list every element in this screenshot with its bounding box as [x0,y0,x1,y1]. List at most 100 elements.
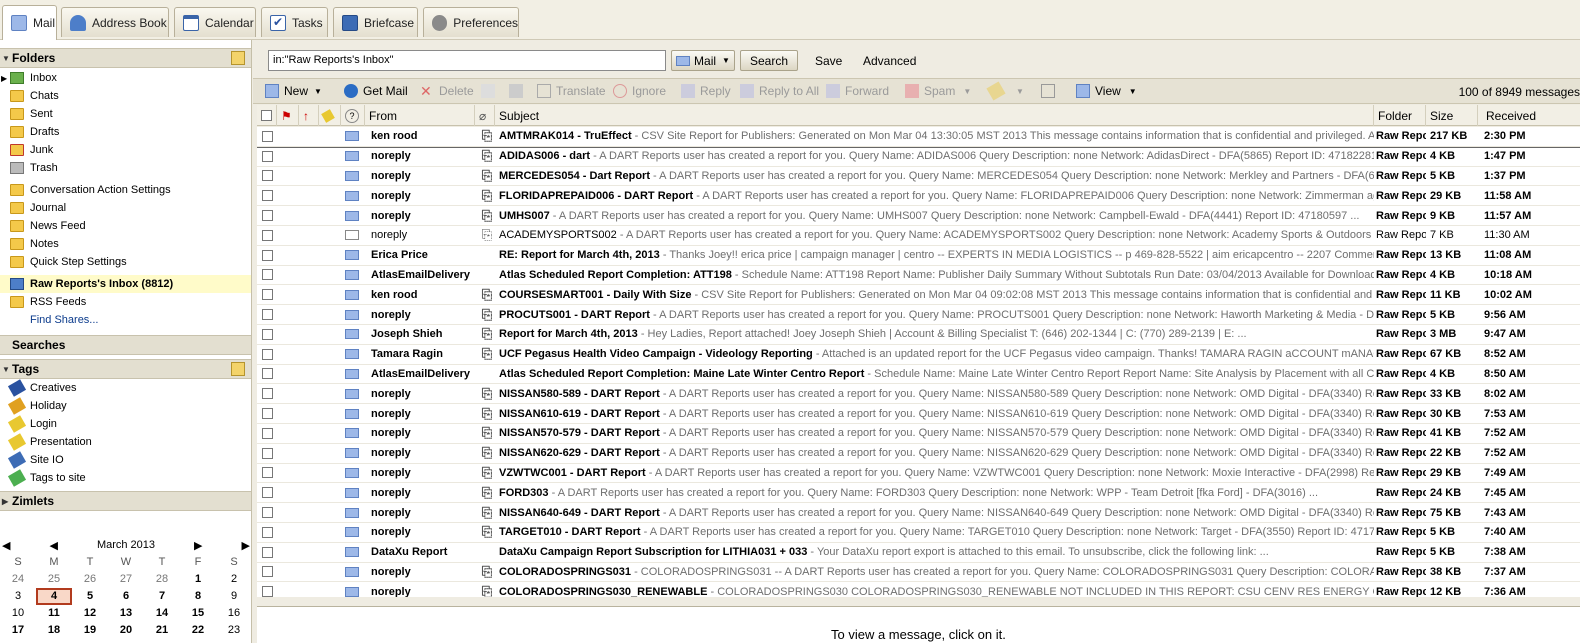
received-column-header[interactable]: Received [1478,105,1560,126]
next-year-icon[interactable]: ▶ [242,539,250,552]
folder-news-feed[interactable]: News Feed [0,217,251,235]
calendar-day[interactable]: 21 [144,622,180,639]
calendar-day[interactable]: 22 [180,622,216,639]
zimlets-header[interactable]: ▶ Zimlets [0,491,251,511]
new-tag-icon[interactable] [231,362,245,376]
row-checkbox[interactable] [261,289,273,301]
forward-button[interactable]: Forward [826,84,889,98]
row-select-cell[interactable] [257,447,277,459]
row-select-cell[interactable] [257,130,277,142]
calendar-day[interactable]: 7 [144,588,180,605]
tag-column-header[interactable] [319,105,341,126]
chevron-down-icon[interactable]: ▼ [314,87,322,96]
calendar-day[interactable]: 13 [108,605,144,622]
tab-calendar[interactable]: Calendar [174,7,256,37]
row-checkbox[interactable] [261,467,273,479]
expand-triangle-icon[interactable]: ▶ [1,74,7,83]
row-checkbox[interactable] [261,427,273,439]
calendar-day[interactable]: 25 [36,571,72,588]
table-row[interactable]: noreply ⎘ FLORIDAPREPAID006 - DART Report … [257,186,1580,207]
size-column-header[interactable]: Size [1426,105,1478,126]
row-select-cell[interactable] [257,190,277,202]
tab-briefcase[interactable]: Briefcase [333,7,418,37]
status-column-header[interactable]: ? [341,105,365,126]
table-row[interactable]: noreply ⎘ NISSAN620-629 - DART Report - A … [257,444,1580,464]
find-shares-link[interactable]: Find Shares... [0,311,251,329]
row-select-cell[interactable] [257,229,277,241]
table-row[interactable]: noreply ⎘ ACADEMYSPORTS002 - A DART Report… [257,226,1580,246]
select-all-checkbox[interactable] [261,110,272,121]
tag-creatives[interactable]: Creatives [0,379,251,397]
calendar-day[interactable]: 18 [36,622,72,639]
from-column-header[interactable]: From [365,105,475,126]
row-checkbox[interactable] [261,269,273,281]
calendar-day[interactable]: 15 [180,605,216,622]
new-folder-icon[interactable] [231,51,245,65]
row-select-cell[interactable] [257,289,277,301]
folder-rss-feeds[interactable]: RSS Feeds [0,293,251,311]
row-select-cell[interactable] [257,150,277,162]
calendar-day[interactable]: 1 [180,571,216,588]
reply-all-button[interactable]: Reply to All [740,84,819,98]
table-row[interactable]: noreply ⎘ NISSAN610-619 - DART Report - A … [257,404,1580,424]
calendar-day[interactable]: 14 [144,605,180,622]
view-button[interactable]: View ▼ [1076,84,1137,98]
row-select-cell[interactable] [257,269,277,281]
row-select-cell[interactable] [257,328,277,340]
tab-tasks[interactable]: ✔ Tasks [261,7,328,37]
print-button[interactable] [509,84,528,98]
folder-sent[interactable]: Sent [0,105,251,123]
folder-column-header[interactable]: Folder [1374,105,1426,126]
row-checkbox[interactable] [261,586,273,597]
spam-button[interactable]: Spam ▼ [905,84,971,98]
row-select-cell[interactable] [257,348,277,360]
row-select-cell[interactable] [257,526,277,538]
expand-triangle-icon[interactable]: ▶ [2,497,8,506]
advanced-search-button[interactable]: Advanced [863,54,916,68]
chevron-down-icon[interactable]: ▼ [963,87,971,96]
save-search-button[interactable]: Save [815,54,842,68]
row-select-cell[interactable] [257,487,277,499]
calendar-day[interactable]: 10 [0,605,36,622]
tag-presentation[interactable]: Presentation [0,433,251,451]
folder-inbox[interactable]: ▶ Inbox [0,69,251,87]
row-checkbox[interactable] [261,566,273,578]
row-checkbox[interactable] [261,368,273,380]
prev-year-icon[interactable]: ◀ [2,539,10,552]
tag-tags-to-site[interactable]: Tags to site [0,469,251,487]
table-row[interactable]: Tamara Ragin ⎘ UCF Pegasus Health Video Ca… [257,345,1580,365]
calendar-day[interactable]: 3 [0,588,36,605]
folder-quick-step-settings[interactable]: Quick Step Settings [0,253,251,271]
folder-chats[interactable]: Chats [0,87,251,105]
row-select-cell[interactable] [257,546,277,558]
calendar-day[interactable]: 17 [0,622,36,639]
calendar-day[interactable]: 9 [216,588,252,605]
calendar-day-today[interactable]: 4 [36,588,72,605]
chevron-down-icon[interactable]: ▼ [1016,87,1024,96]
row-checkbox[interactable] [261,348,273,360]
tag-button[interactable]: ▼ [986,81,1024,101]
calendar-day[interactable]: 20 [108,622,144,639]
collapse-triangle-icon[interactable]: ▼ [2,365,10,374]
prev-month-icon[interactable]: ◀ [49,539,57,552]
row-checkbox[interactable] [261,408,273,420]
move-button[interactable] [481,84,500,98]
row-select-cell[interactable] [257,427,277,439]
table-row[interactable]: noreply ⎘ COLORADOSPRINGS031 - COLORADOSPR… [257,563,1580,583]
table-row[interactable]: Joseph Shieh ⎘ Report for March 4th, 2013 … [257,325,1580,345]
search-input[interactable]: in:"Raw Reports's Inbox" [268,50,666,71]
reading-pane-sash[interactable] [257,597,1580,606]
collapse-triangle-icon[interactable]: ▼ [2,54,10,63]
row-checkbox[interactable] [261,388,273,400]
calendar-day[interactable]: 12 [72,605,108,622]
row-checkbox[interactable] [261,190,273,202]
folder-conversation-action-settings[interactable]: Conversation Action Settings [0,181,251,199]
calendar-day[interactable]: 5 [72,588,108,605]
searches-header[interactable]: Searches [0,335,251,355]
calendar-day[interactable]: 28 [144,571,180,588]
calendar-day[interactable]: 27 [108,571,144,588]
subject-column-header[interactable]: Subject [495,105,1374,126]
calendar-day[interactable]: 16 [216,605,252,622]
tab-address-book[interactable]: Address Book [61,7,169,37]
row-select-cell[interactable] [257,507,277,519]
